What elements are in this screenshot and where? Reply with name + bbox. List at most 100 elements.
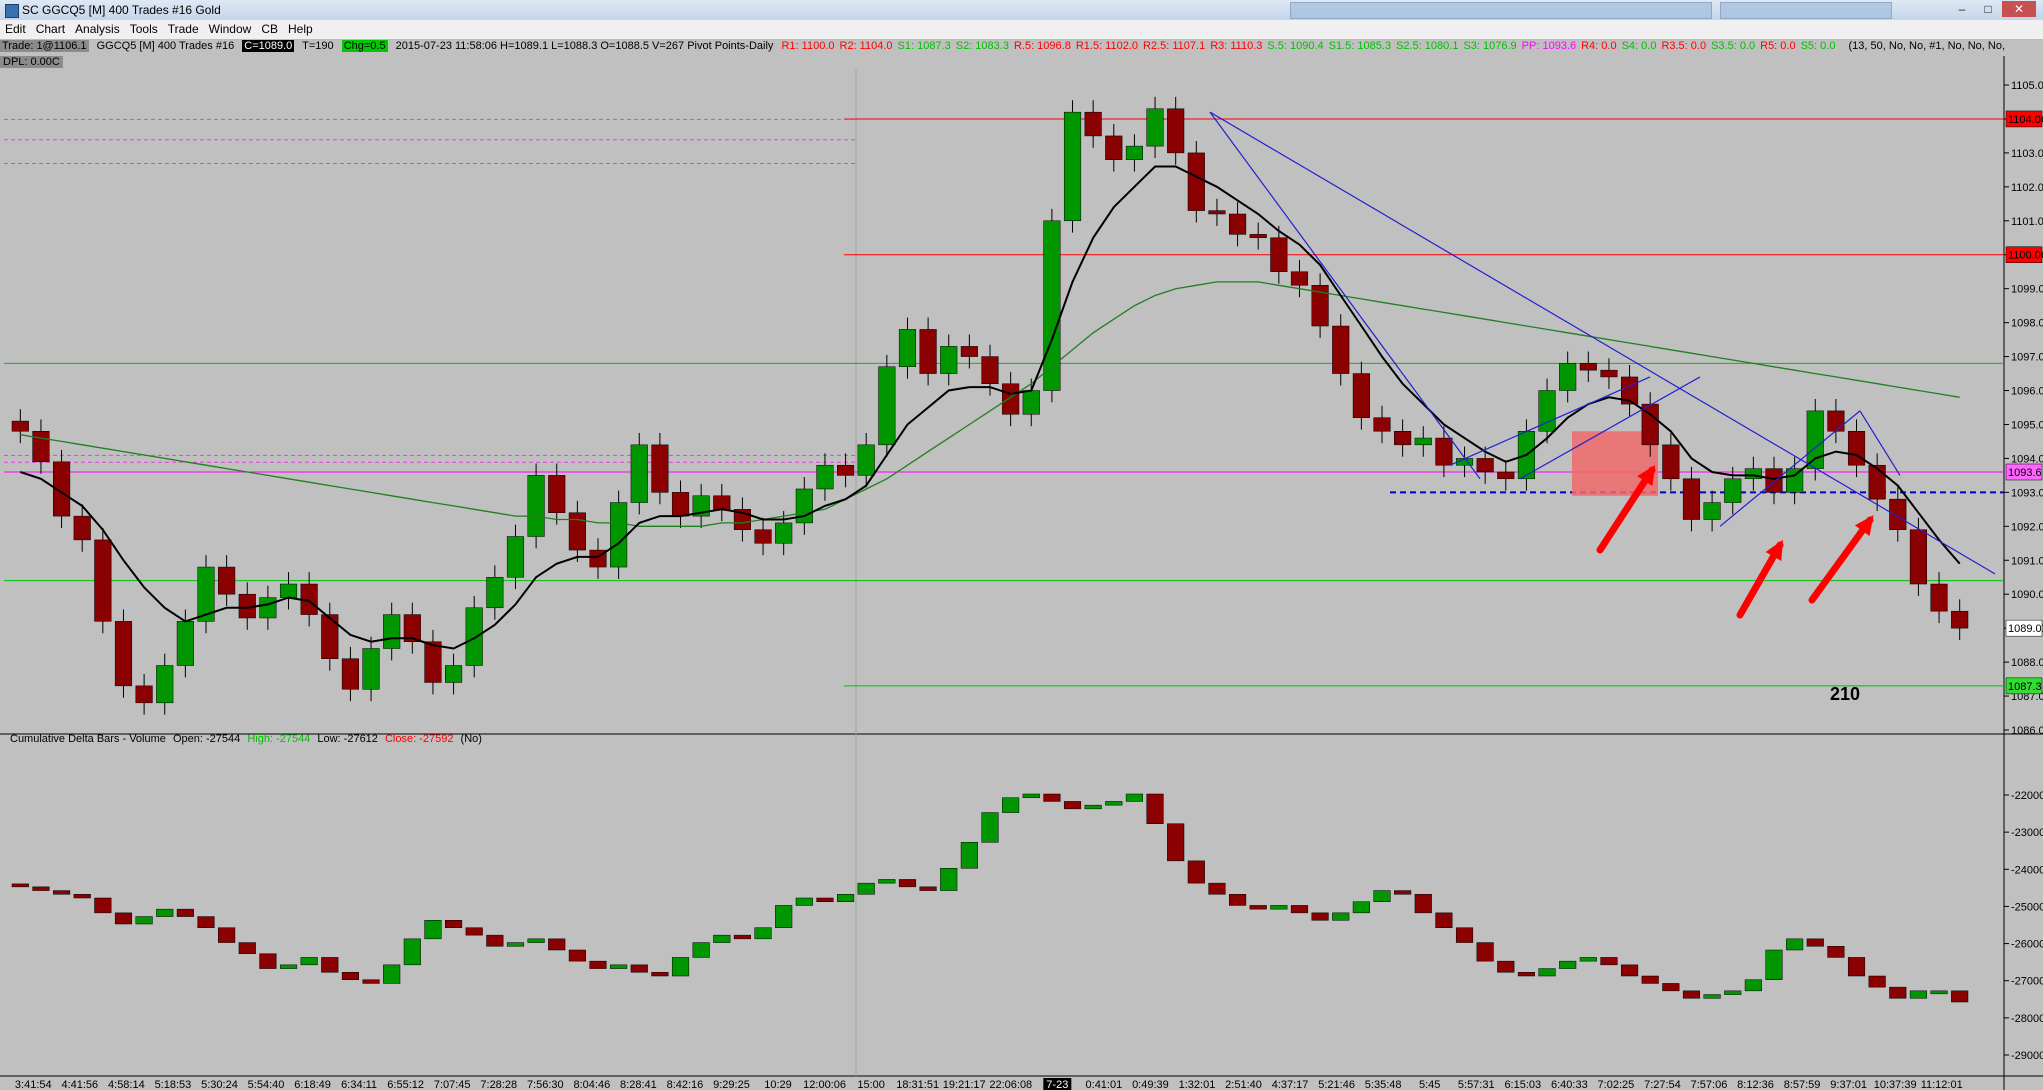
candle-body — [1063, 111, 1082, 222]
candle-body — [671, 492, 690, 517]
close-icon[interactable]: ✕ — [2002, 1, 2036, 17]
background-window-tab[interactable] — [1290, 2, 1712, 19]
candle-body — [568, 512, 586, 551]
time-tick-label: 12:00:06 — [803, 1079, 846, 1090]
delta-bar — [1786, 938, 1804, 951]
time-tick-label: 9:29:25 — [713, 1079, 750, 1090]
price-tick-label: 1102.0 — [2011, 182, 2043, 194]
price-tick-label: 1101.0 — [2011, 216, 2043, 228]
delta-bar — [218, 927, 236, 943]
candle-body — [94, 539, 112, 622]
candle-body — [775, 522, 793, 544]
candle-body — [1022, 390, 1040, 415]
time-tick-label: 7:57:06 — [1691, 1079, 1728, 1090]
candle-body — [1414, 437, 1432, 446]
study-params: (13, 50, No, No, #1, No, No, No, — [1848, 40, 2006, 52]
menu-analysis[interactable]: Analysis — [70, 20, 125, 39]
delta-bar — [1662, 983, 1680, 992]
menu-cb[interactable]: CB — [256, 20, 283, 39]
candle-body — [11, 420, 29, 432]
menu-tools[interactable]: Tools — [125, 20, 163, 39]
pivot-readout: S2: 1083.3 — [955, 40, 1009, 52]
candle-body — [919, 329, 937, 374]
candle-body — [1373, 417, 1391, 432]
delta-bar — [1187, 860, 1205, 884]
menu-trade[interactable]: Trade — [163, 20, 204, 39]
menu-chart[interactable]: Chart — [31, 20, 70, 39]
delta-bar — [981, 812, 999, 843]
candle-body — [1043, 220, 1061, 391]
delta-bar — [424, 920, 442, 940]
candle-body — [527, 475, 545, 537]
candle-body — [1084, 111, 1102, 137]
pivot-readout: R4: 0.0 — [1581, 40, 1617, 52]
delta-bar — [775, 905, 793, 928]
delta-bar — [898, 879, 917, 888]
price-tick-label: 1097.0 — [2011, 352, 2043, 364]
time-tick-label: 4:58:14 — [108, 1079, 145, 1090]
delta-tick-label: -22000 — [2011, 790, 2043, 802]
time-tick-label: 7:28:28 — [480, 1079, 517, 1090]
time-tick-label: 18:31:51 — [896, 1079, 939, 1090]
annotation-label: 210 — [1830, 684, 1860, 704]
delta-bar — [156, 908, 174, 917]
delta-bar — [816, 897, 834, 902]
delta-bar — [1951, 990, 1969, 1003]
candle-body — [1724, 478, 1742, 503]
pivot-readout: S2.5: 1080.1 — [1396, 40, 1459, 52]
time-tick-label: 8:57:59 — [1784, 1079, 1821, 1090]
candle-body — [32, 431, 50, 463]
candle-body — [506, 536, 525, 578]
delta-bar — [1579, 957, 1597, 962]
delta-tick-label: -24000 — [2011, 864, 2043, 876]
price-marker-label: 1093.6 — [2008, 467, 2042, 479]
menu-edit[interactable]: Edit — [0, 20, 31, 39]
pivot-readout: S1: 1087.3 — [897, 40, 951, 52]
delta-bar — [73, 894, 91, 899]
maximize-icon[interactable]: □ — [1976, 1, 2000, 17]
delta-tick-label: -28000 — [2011, 1013, 2043, 1025]
candle-body — [1187, 152, 1205, 211]
time-tick-label: 6:34:11 — [341, 1079, 377, 1090]
delta-bar — [1559, 960, 1577, 969]
candle-body — [1682, 478, 1701, 520]
time-tick-label: 19:21:17 — [943, 1079, 986, 1090]
time-tick-label: 3:41:54 — [15, 1079, 52, 1090]
delta-bar — [1167, 823, 1185, 862]
delta-tick-label: -29000 — [2011, 1050, 2043, 1062]
time-tick-label: 4:41:56 — [61, 1079, 98, 1090]
delta-bar — [176, 908, 194, 917]
delta-bar — [1311, 912, 1329, 921]
delta-bar — [1765, 949, 1783, 980]
candle-body — [960, 346, 978, 357]
window-titlebar: SC GGCQ5 [M] 400 Trades #16 Gold – □ ✕ — [0, 0, 2043, 21]
pivot-readout: R3: 1110.3 — [1210, 40, 1263, 52]
delta-bar — [1827, 946, 1845, 958]
delta-bar — [114, 912, 133, 925]
pivot-readout: S.5: 1090.4 — [1267, 40, 1324, 52]
time-tick-label: 0:41:01 — [1086, 1079, 1123, 1090]
price-chart-canvas[interactable]: 210 1105.0 1104.0 1103.0 1102.0 1101.0 1100.0 1… — [0, 40, 2043, 1090]
candle-body — [981, 356, 999, 384]
delta-bar — [857, 882, 875, 895]
candle-body — [1229, 213, 1247, 235]
delta-bar — [1600, 957, 1618, 966]
menu-help[interactable]: Help — [283, 20, 318, 39]
candle-body — [713, 495, 731, 510]
delta-bar — [960, 842, 978, 869]
menu-window[interactable]: Window — [204, 20, 257, 39]
time-tick-label: 6:18:49 — [294, 1079, 331, 1090]
delta-bar — [1703, 994, 1721, 999]
time-tick-label: 7-23 — [1046, 1079, 1068, 1090]
delta-bar — [1497, 960, 1515, 973]
minimize-icon[interactable]: – — [1950, 1, 1974, 17]
candle-body — [135, 685, 153, 704]
delta-bar — [1641, 975, 1659, 984]
candle-body — [1765, 468, 1783, 493]
time-tick-label: 22:06:08 — [989, 1079, 1032, 1090]
background-window-tab[interactable] — [1720, 2, 1892, 19]
candle-body — [1600, 369, 1618, 378]
price-tick-label: 1088.0 — [2011, 657, 2043, 669]
candle-body — [176, 621, 194, 666]
delta-bar — [568, 949, 586, 962]
